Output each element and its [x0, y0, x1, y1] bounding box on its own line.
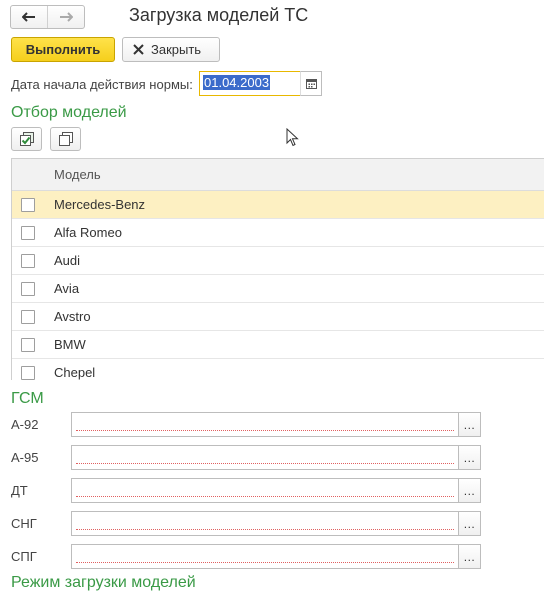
date-input[interactable]: 01.04.2003: [199, 71, 301, 96]
models-table-header: Модель: [12, 159, 544, 191]
table-row[interactable]: BMW: [12, 331, 544, 359]
fuel-select-button[interactable]: ...: [459, 478, 481, 503]
fuel-input[interactable]: [71, 544, 459, 569]
fuel-label: А-92: [11, 417, 39, 432]
mouse-cursor-icon: [286, 128, 299, 147]
column-header-model[interactable]: Модель: [44, 167, 101, 182]
model-name: Alfa Romeo: [54, 225, 122, 240]
arrow-right-icon: [60, 12, 73, 22]
required-underline: [76, 421, 454, 431]
row-checkbox[interactable]: [21, 337, 35, 352]
row-checkbox[interactable]: [21, 281, 35, 296]
row-checkbox[interactable]: [21, 197, 35, 212]
check-all-icon: [19, 132, 34, 146]
model-name: BMW: [54, 337, 86, 352]
row-check-cell: [12, 281, 44, 296]
row-checkbox[interactable]: [21, 309, 35, 324]
fuel-select-button[interactable]: ...: [459, 511, 481, 536]
uncheck-all-icon: [58, 132, 73, 146]
table-row[interactable]: Avstro: [12, 303, 544, 331]
table-row[interactable]: Alfa Romeo: [12, 219, 544, 247]
model-name: Avia: [54, 281, 80, 296]
execute-button[interactable]: Выполнить: [11, 37, 115, 62]
fuel-input[interactable]: [71, 511, 459, 536]
row-check-cell: [12, 225, 44, 240]
calendar-button[interactable]: [300, 71, 322, 96]
table-row[interactable]: Mercedes-Benz: [12, 191, 544, 219]
date-label: Дата начала действия нормы:: [11, 77, 193, 92]
close-button[interactable]: Закрыть: [122, 37, 220, 62]
row-checkbox[interactable]: [21, 225, 35, 240]
calendar-icon: [305, 79, 317, 89]
date-value: 01.04.2003: [203, 75, 271, 90]
fuel-label: А-95: [11, 450, 39, 465]
required-underline: [76, 487, 454, 497]
required-underline: [76, 553, 454, 563]
models-section-title: Отбор моделей: [11, 104, 127, 121]
row-check-cell: [12, 253, 44, 268]
fuel-label: СПГ: [11, 549, 37, 564]
required-underline: [76, 520, 454, 530]
fuel-input[interactable]: [71, 412, 459, 437]
row-check-cell: [12, 309, 44, 324]
forward-button[interactable]: [47, 6, 84, 28]
fuel-input[interactable]: [71, 478, 459, 503]
close-button-label: Закрыть: [151, 42, 202, 57]
row-check-cell: [12, 197, 44, 212]
models-table: Модель Mercedes-Benz Alfa Romeo Audi Avia Av…: [11, 158, 544, 380]
fuel-section-title: ГСМ: [11, 390, 44, 407]
model-name: Mercedes-Benz: [54, 197, 146, 212]
arrow-left-icon: [22, 12, 35, 22]
window-title: Загрузка моделей ТС: [129, 5, 309, 25]
table-row[interactable]: Avia: [12, 275, 544, 303]
row-checkbox[interactable]: [21, 365, 35, 380]
table-row[interactable]: Chepel: [12, 359, 544, 380]
model-name: Chepel: [54, 365, 96, 380]
row-check-cell: [12, 365, 44, 380]
fuel-select-button[interactable]: ...: [459, 445, 481, 470]
model-name: Avstro: [54, 309, 91, 324]
row-checkbox[interactable]: [21, 253, 35, 268]
fuel-label: СНГ: [11, 516, 37, 531]
model-name: Audi: [54, 253, 81, 268]
header-check-column: [12, 159, 44, 190]
check-all-button[interactable]: [11, 127, 42, 151]
fuel-input[interactable]: [71, 445, 459, 470]
row-check-cell: [12, 337, 44, 352]
models-table-body: Mercedes-Benz Alfa Romeo Audi Avia Avstro BMW…: [12, 191, 544, 380]
table-row[interactable]: Audi: [12, 247, 544, 275]
navigation-buttons: [10, 5, 85, 29]
close-icon: [133, 44, 144, 55]
fuel-select-button[interactable]: ...: [459, 544, 481, 569]
fuel-select-button[interactable]: ...: [459, 412, 481, 437]
required-underline: [76, 454, 454, 464]
back-button[interactable]: [11, 6, 47, 28]
fuel-label: ДТ: [11, 483, 28, 498]
uncheck-all-button[interactable]: [50, 127, 81, 151]
load-mode-section-title: Режим загрузки моделей: [11, 574, 196, 591]
